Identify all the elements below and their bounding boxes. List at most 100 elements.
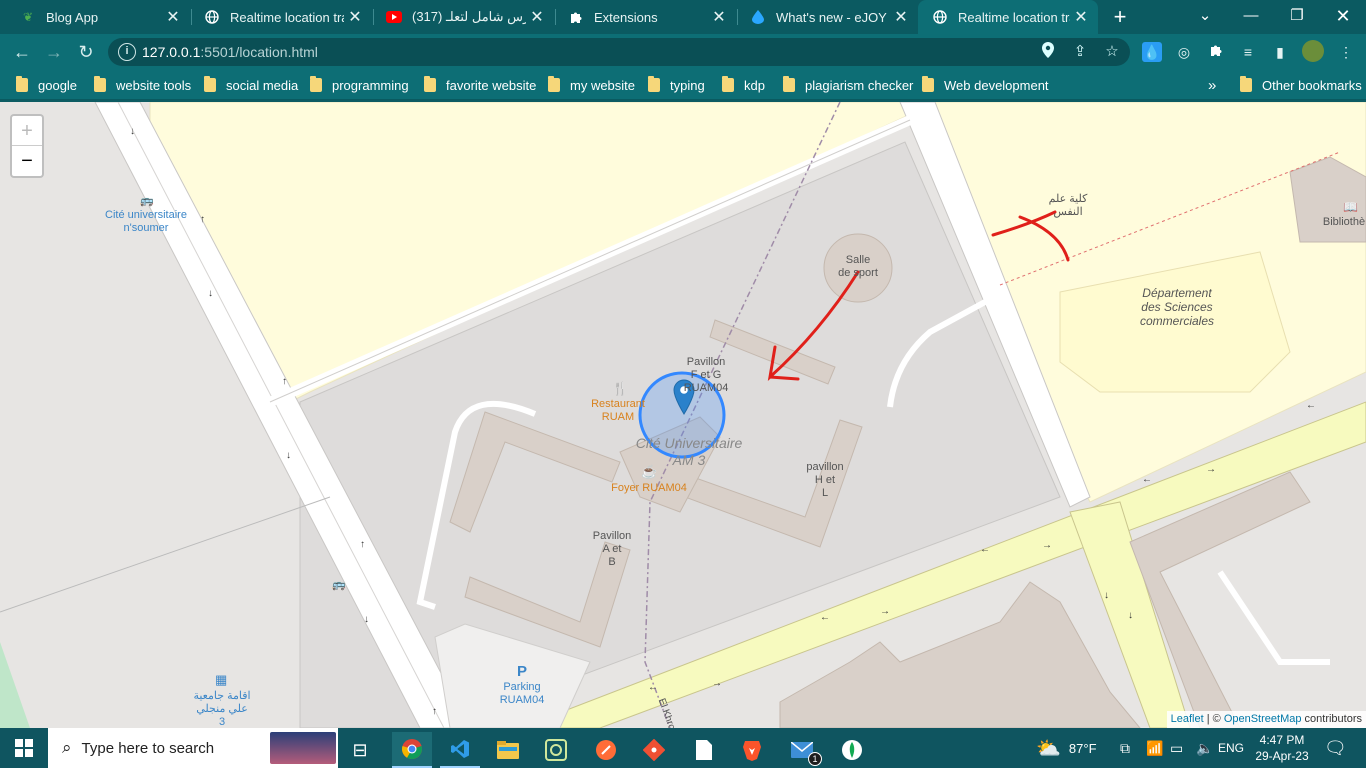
chrome-taskbar-icon[interactable] — [392, 732, 432, 768]
weather-cloud-icon: ⛅ — [1036, 737, 1061, 760]
clock[interactable]: 4:47 PM 29-Apr-23 — [1252, 728, 1312, 768]
tab-extensions[interactable]: Extensions ✕ — [554, 0, 736, 34]
folder-icon — [310, 76, 322, 92]
vscode-taskbar-icon[interactable] — [440, 732, 480, 768]
new-tab-button[interactable]: + — [1108, 4, 1132, 30]
search-icon: ⌕ — [62, 738, 72, 757]
zoom-out-button[interactable]: − — [12, 146, 42, 176]
bookmark-favorite-website[interactable]: favorite website — [424, 76, 536, 94]
bus-stop-icon: 🚌 — [332, 579, 346, 591]
windows-taskbar: ⌕ Type here to search ⊟ 1 ⛅ 87°F ⧉ 📶 ▭ 🔈… — [0, 728, 1366, 768]
share-icon[interactable]: ⇪ — [1070, 42, 1090, 62]
zoom-control: + − — [10, 114, 44, 178]
record-extension-icon[interactable]: ◎ — [1174, 42, 1194, 62]
side-panel-icon[interactable]: ▮ — [1270, 42, 1290, 62]
postman-taskbar-icon[interactable] — [586, 732, 626, 768]
profile-avatar[interactable] — [1302, 40, 1324, 62]
wifi-icon[interactable]: 📶 — [1146, 728, 1163, 768]
forward-button[interactable]: → — [40, 38, 68, 66]
network-icon[interactable]: ⧉ — [1120, 728, 1130, 768]
battery-icon[interactable]: ▭ — [1170, 728, 1183, 768]
language-indicator[interactable]: ENG — [1218, 728, 1244, 768]
close-icon[interactable]: ✕ — [344, 7, 366, 27]
close-window-button[interactable]: ✕ — [1320, 0, 1366, 32]
back-button[interactable]: ← — [8, 38, 36, 66]
bookmark-kdp[interactable]: kdp — [722, 76, 765, 94]
folder-icon — [204, 76, 216, 92]
bookmark-website-tools[interactable]: website tools — [94, 76, 191, 94]
bookmark-typing[interactable]: typing — [648, 76, 705, 94]
close-icon[interactable]: ✕ — [1070, 7, 1092, 27]
mail-taskbar-icon[interactable]: 1 — [782, 732, 822, 768]
ejoy-extension-icon[interactable]: 💧 — [1142, 42, 1162, 62]
globe-icon — [932, 9, 948, 25]
info-icon[interactable]: i — [118, 43, 136, 61]
bookmark-social-media[interactable]: social media — [204, 76, 298, 94]
svg-text:→: → — [1206, 464, 1216, 475]
label-cite-universitaire: Cité Universitaire AM 3 — [635, 435, 743, 468]
weather-widget[interactable]: ⛅ 87°F — [1036, 728, 1097, 768]
tab-youtube[interactable]: (317) كورس شامل لتعلـ ✕ — [372, 0, 554, 34]
notification-icon[interactable]: 🗨 — [1324, 728, 1347, 768]
folder-icon — [94, 76, 106, 92]
tab-search-button[interactable]: ⌄ — [1182, 0, 1228, 32]
label-bibliotheque: Bibliothè — [1322, 216, 1366, 228]
volume-icon[interactable]: 🔈 — [1196, 728, 1213, 768]
media-control-icon[interactable]: ≡ — [1238, 42, 1258, 62]
bookmark-programming[interactable]: programming — [310, 76, 409, 94]
restaurant-icon: 🍴 — [612, 381, 629, 396]
osm-link[interactable]: OpenStreetMap — [1224, 713, 1302, 725]
bookmark-google[interactable]: google — [16, 76, 77, 94]
zoom-in-button[interactable]: + — [12, 116, 42, 146]
leaflet-link[interactable]: Leaflet — [1171, 713, 1204, 725]
svg-text:↑: ↑ — [282, 376, 287, 387]
label-pavillon-ab: Pavillon A et B — [592, 530, 632, 568]
svg-text:↓: ↓ — [130, 126, 135, 137]
bookmarks-bar: google website tools social media progra… — [0, 70, 1366, 100]
git-taskbar-icon[interactable] — [634, 732, 674, 768]
svg-text:←: ← — [1142, 474, 1152, 485]
folder-icon — [648, 76, 660, 92]
taskbar-search[interactable]: ⌕ Type here to search — [48, 728, 338, 768]
tab-strip: ❦ Blog App ✕ Realtime location track ✕ (… — [0, 0, 1366, 34]
bookmarks-overflow-button[interactable]: » — [1208, 76, 1216, 94]
folder-icon — [424, 76, 436, 92]
leaflet-map[interactable]: ↓ ↑ ↓ ↑ ↓ ↑ ↓ ↑ ← → ← → ← → ← ← → ↓ ↓ 🚌 … — [0, 102, 1366, 728]
search-highlight-image — [270, 732, 336, 764]
windows-start-button[interactable] — [4, 730, 44, 766]
menu-kebab-icon[interactable]: ⋮ — [1336, 42, 1356, 62]
svg-text:→: → — [712, 678, 722, 689]
svg-text:←: ← — [980, 544, 990, 555]
file-explorer-icon[interactable] — [488, 732, 528, 768]
notepad-taskbar-icon[interactable] — [684, 732, 724, 768]
bookmark-star-icon[interactable]: ☆ — [1102, 42, 1122, 62]
task-view-icon[interactable]: ⊟ — [340, 732, 380, 768]
tab-realtime-location-1[interactable]: Realtime location track ✕ — [190, 0, 372, 34]
bookmark-my-website[interactable]: my website — [548, 76, 635, 94]
close-icon[interactable]: ✕ — [526, 7, 548, 27]
tab-ejoy[interactable]: What's new - eJOY eXt ✕ — [736, 0, 918, 34]
tab-blog-app[interactable]: ❦ Blog App ✕ — [6, 0, 190, 34]
bookmark-other-bookmarks[interactable]: Other bookmarks — [1240, 76, 1362, 94]
map-attribution: Leaflet | © OpenStreetMap contributors — [1166, 711, 1366, 728]
label-kolia: كلية علم النفس — [1048, 193, 1088, 218]
label-pavillon-hl: pavillon H et L — [806, 461, 844, 499]
tab-realtime-location-active[interactable]: Realtime location track ✕ — [918, 0, 1098, 34]
bookmark-web-development[interactable]: Web development — [922, 76, 1049, 94]
close-icon[interactable]: ✕ — [162, 7, 184, 27]
address-bar[interactable]: i 127.0.0.1:5501/location.html ⇪ ☆ — [108, 38, 1130, 66]
mail-badge: 1 — [808, 752, 822, 766]
url-text[interactable]: 127.0.0.1:5501/location.html — [142, 44, 318, 60]
location-pin-icon[interactable] — [1038, 42, 1058, 62]
close-icon[interactable]: ✕ — [890, 7, 912, 27]
brave-taskbar-icon[interactable] — [732, 732, 772, 768]
reload-button[interactable]: ↻ — [72, 38, 100, 66]
bookmark-plagiarism-checker[interactable]: plagiarism checker — [783, 76, 913, 94]
mongodb-taskbar-icon[interactable] — [832, 732, 872, 768]
app-taskbar-icon[interactable] — [536, 732, 576, 768]
extensions-puzzle-icon[interactable] — [1206, 42, 1226, 62]
minimize-button[interactable]: — — [1228, 0, 1274, 32]
svg-text:↑: ↑ — [360, 539, 365, 550]
close-icon[interactable]: ✕ — [708, 7, 730, 27]
maximize-button[interactable]: ❐ — [1274, 0, 1320, 32]
